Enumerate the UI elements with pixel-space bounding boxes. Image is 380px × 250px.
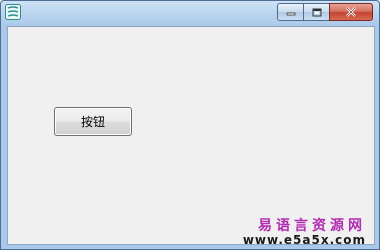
watermark-url: www.e5a5x.com <box>242 233 366 247</box>
app-icon[interactable] <box>5 4 21 20</box>
maximize-button[interactable] <box>303 3 330 21</box>
close-button[interactable] <box>329 3 373 21</box>
minimize-icon <box>286 12 295 16</box>
close-icon <box>346 7 356 17</box>
app-window: 按钮 易语言资源网 www.e5a5x.com <box>0 0 380 250</box>
title-bar[interactable] <box>1 1 379 25</box>
minimize-button[interactable] <box>277 3 304 21</box>
window-controls <box>277 3 373 23</box>
action-button[interactable]: 按钮 <box>54 107 132 136</box>
form-client-area: 按钮 易语言资源网 www.e5a5x.com <box>7 26 375 247</box>
watermark-site-name: 易语言资源网 <box>258 218 366 234</box>
maximize-icon <box>312 8 321 16</box>
